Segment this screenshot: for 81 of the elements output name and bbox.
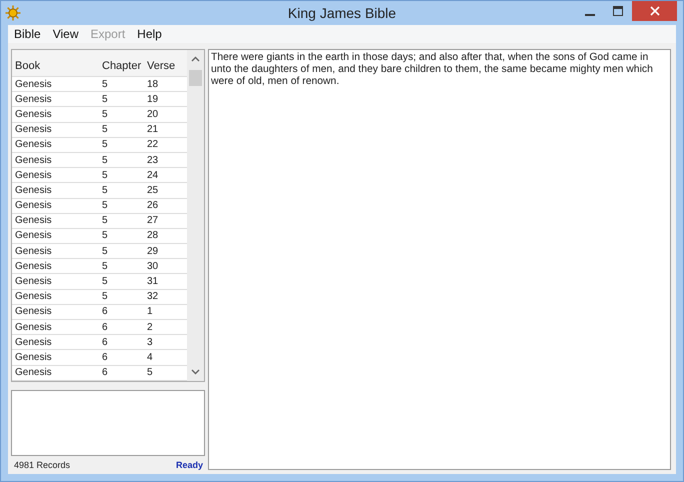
table-cell-text: Genesis [14, 230, 53, 242]
table-cell-text: 29 [146, 246, 160, 257]
table-cell-text: Genesis [14, 246, 53, 257]
table-cell-text: 24 [146, 170, 160, 181]
table-cell-text: 5 [101, 246, 109, 257]
table-cell-text: 20 [146, 108, 160, 120]
table-cell-text: 5 [101, 200, 109, 212]
table-cell-text: 5 [101, 215, 109, 226]
table-cell-text: Genesis [14, 170, 53, 181]
scroll-thumb[interactable] [189, 70, 202, 86]
table-cell-text: Genesis [14, 352, 53, 363]
table-cell-text: 30 [146, 260, 160, 272]
column-header[interactable]: Chapter [99, 60, 144, 72]
table-cell-text: 5 [101, 78, 109, 90]
table-cell-text: Genesis [14, 78, 53, 90]
table-cell-text: Genesis [14, 94, 53, 105]
table-cell-text: Genesis [14, 367, 53, 378]
menu-item[interactable]: View [46, 27, 84, 41]
table-cell-text: Genesis [14, 108, 53, 120]
table-cell-text: Genesis [14, 154, 53, 166]
table-cell-text: Genesis [14, 215, 53, 226]
table-cell-text: 18 [146, 78, 160, 90]
table-cell-text: 5 [101, 108, 109, 120]
table-cell-text: 31 [146, 276, 160, 288]
window-title: King James Bible [288, 5, 396, 21]
menu-item[interactable]: Bible [8, 27, 47, 41]
maximize-icon [613, 6, 623, 16]
table-cell-text: 23 [146, 154, 160, 166]
table-cell-text: 6 [101, 352, 109, 363]
table-cell-text: 5 [101, 139, 109, 150]
table-cell-text: 3 [146, 336, 154, 348]
table-cell-text: 5 [101, 230, 109, 242]
table-cell-text: 32 [146, 291, 160, 302]
close-button[interactable] [632, 1, 677, 21]
table-cell-text: 5 [101, 260, 109, 272]
scroll-down-icon[interactable] [191, 369, 200, 375]
column-header[interactable]: Book [12, 60, 99, 72]
table-cell-text: 6 [101, 367, 109, 378]
verse-text-area[interactable] [208, 49, 671, 470]
table-cell-text: 5 [101, 154, 109, 166]
table-cell-text: Genesis [14, 306, 53, 318]
menu-item[interactable]: Help [131, 27, 168, 41]
table-cell-text: 22 [146, 139, 160, 150]
table-cell-text: Genesis [14, 184, 53, 196]
table-cell-text: 5 [101, 291, 109, 302]
table-cell-text: Genesis [14, 336, 53, 348]
scroll-up-icon[interactable] [191, 56, 200, 62]
scrollbar[interactable] [187, 50, 204, 381]
table-cell-text: 4 [146, 352, 154, 363]
table-cell-text: 2 [146, 322, 154, 333]
table-cell-text: 5 [101, 94, 109, 105]
table-cell-text: 5 [101, 184, 109, 196]
table-cell-text: Genesis [14, 260, 53, 272]
column-header[interactable]: Verse [144, 60, 187, 72]
table-cell-text: Genesis [14, 322, 53, 333]
table-cell-text: Genesis [14, 124, 53, 136]
table-cell-text: 5 [101, 124, 109, 136]
table-cell-text: 5 [101, 170, 109, 181]
table-cell-text: 5 [101, 276, 109, 288]
table-cell-text: 1 [146, 306, 154, 318]
table-cell-text: 5 [146, 367, 154, 378]
table-cell-text: 25 [146, 184, 160, 196]
status-text: Ready [176, 460, 203, 470]
table-cell-text: Genesis [14, 139, 53, 150]
table-cell-text: 21 [146, 124, 160, 136]
minimize-icon [585, 14, 595, 16]
record-count: 4981 Records [14, 460, 70, 470]
table-cell-text: 6 [101, 306, 109, 318]
table-cell-text: 6 [101, 336, 109, 348]
sun-icon [5, 5, 21, 21]
table-cell-text: 27 [146, 215, 160, 226]
table-cell-text: 19 [146, 94, 160, 105]
close-icon [650, 6, 660, 16]
table-cell-text: 6 [101, 322, 109, 333]
table-cell-text: 28 [146, 230, 160, 242]
table-cell-text: Genesis [14, 291, 53, 302]
table-cell-text: Genesis [14, 200, 53, 212]
table-cell-text: Genesis [14, 276, 53, 288]
verse-text: There were giants in the earth in those days; and also after that, when the sons of God came in unto the daughters of men, and they bare children to them, the same became mighty men which were of old, men of renown. [211, 52, 654, 88]
notes-box[interactable] [11, 390, 205, 456]
table-cell-text: 26 [146, 200, 160, 212]
